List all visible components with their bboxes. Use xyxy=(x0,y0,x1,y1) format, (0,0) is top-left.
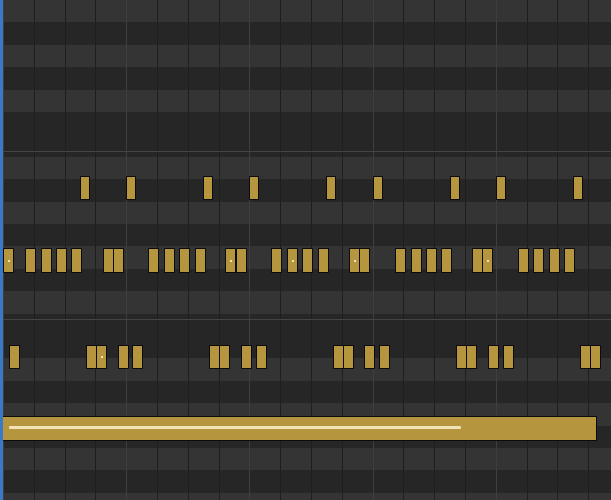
velocity-bar xyxy=(9,426,461,429)
note[interactable] xyxy=(41,248,52,273)
note[interactable] xyxy=(271,248,282,273)
note[interactable] xyxy=(225,248,236,273)
note[interactable] xyxy=(364,345,375,369)
note[interactable] xyxy=(533,248,544,273)
note[interactable] xyxy=(118,345,129,369)
note[interactable] xyxy=(379,345,390,369)
note-marker xyxy=(486,259,489,262)
note[interactable] xyxy=(132,345,143,369)
note[interactable] xyxy=(249,176,259,200)
note[interactable] xyxy=(241,345,252,369)
note-marker xyxy=(353,259,356,262)
note[interactable] xyxy=(3,248,14,273)
note[interactable] xyxy=(9,345,20,369)
note[interactable] xyxy=(359,248,370,273)
note[interactable] xyxy=(219,345,230,369)
note-marker xyxy=(100,356,103,358)
note[interactable] xyxy=(503,345,514,369)
playhead-edge xyxy=(0,0,3,500)
note[interactable] xyxy=(564,248,575,273)
note-marker xyxy=(7,259,10,262)
note[interactable] xyxy=(148,248,159,273)
note[interactable] xyxy=(411,248,422,273)
note[interactable] xyxy=(326,176,336,200)
note[interactable] xyxy=(236,248,247,273)
note[interactable] xyxy=(441,248,452,273)
note[interactable] xyxy=(126,176,136,200)
note-marker xyxy=(291,259,294,262)
notes-layer[interactable] xyxy=(0,0,611,500)
note[interactable] xyxy=(80,176,90,200)
note[interactable] xyxy=(488,345,499,369)
note[interactable] xyxy=(203,176,213,200)
note[interactable] xyxy=(373,176,383,200)
note[interactable] xyxy=(287,248,298,273)
note[interactable] xyxy=(56,248,67,273)
note[interactable] xyxy=(195,248,206,273)
note[interactable] xyxy=(113,248,124,273)
note[interactable] xyxy=(466,345,477,369)
note[interactable] xyxy=(549,248,560,273)
note[interactable] xyxy=(71,248,82,273)
note[interactable] xyxy=(450,176,460,200)
note[interactable] xyxy=(518,248,529,273)
note[interactable] xyxy=(179,248,190,273)
note[interactable] xyxy=(256,345,267,369)
note[interactable] xyxy=(426,248,437,273)
long-note[interactable] xyxy=(2,416,597,441)
piano-roll-grid[interactable] xyxy=(0,0,611,500)
note[interactable] xyxy=(482,248,493,273)
note[interactable] xyxy=(496,176,506,200)
note[interactable] xyxy=(96,345,107,369)
note[interactable] xyxy=(343,345,354,369)
note-marker xyxy=(229,259,232,262)
note[interactable] xyxy=(302,248,313,273)
note[interactable] xyxy=(25,248,36,273)
note[interactable] xyxy=(573,176,583,200)
note[interactable] xyxy=(318,248,329,273)
note[interactable] xyxy=(164,248,175,273)
note[interactable] xyxy=(590,345,601,369)
note[interactable] xyxy=(395,248,406,273)
